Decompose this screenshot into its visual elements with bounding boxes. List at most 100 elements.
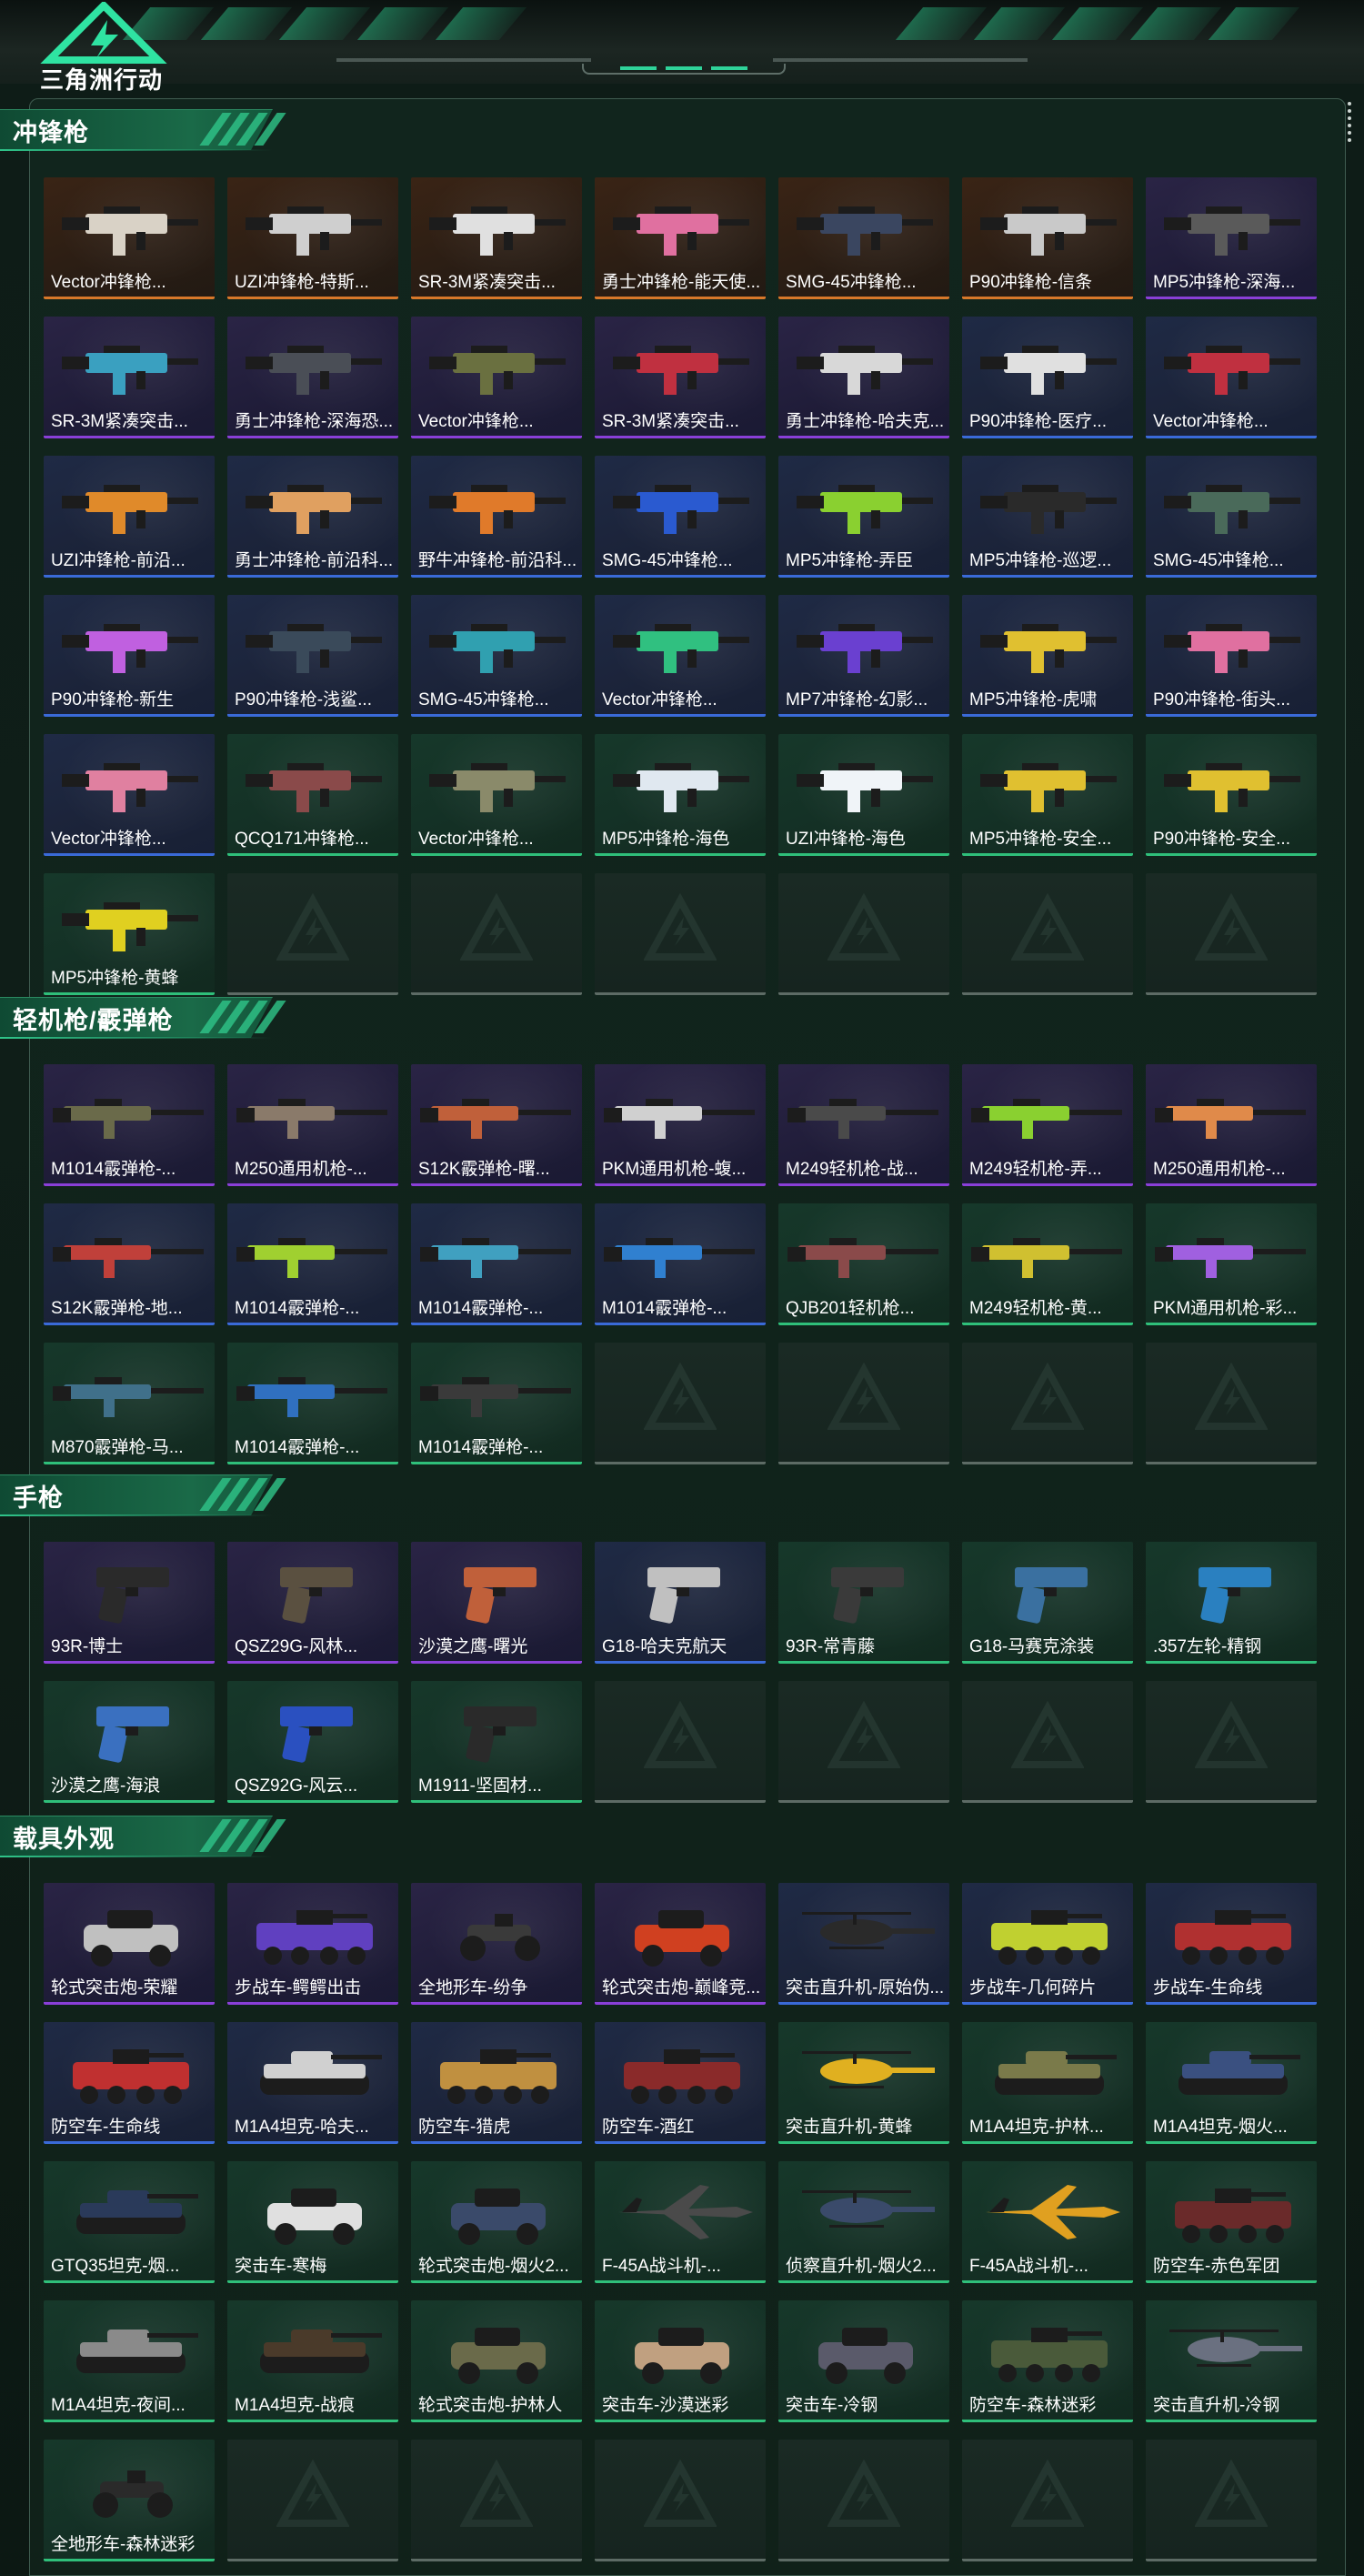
item-card[interactable]: QJB201轻机枪... bbox=[778, 1203, 949, 1325]
item-card[interactable]: UZI冲锋枪-特斯... bbox=[227, 177, 398, 299]
item-card[interactable]: G18-马赛克涂装 bbox=[962, 1542, 1133, 1664]
item-card[interactable]: F-45A战斗机-... bbox=[962, 2161, 1133, 2283]
item-card[interactable]: M1A4坦克-烟火... bbox=[1146, 2022, 1317, 2144]
item-card[interactable]: M1014霰弹枪-... bbox=[411, 1203, 582, 1325]
item-card[interactable]: P90冲锋枪-新生 bbox=[44, 595, 215, 717]
item-card[interactable]: 轮式突击炮-烟火2... bbox=[411, 2161, 582, 2283]
item-card[interactable]: 突击直升机-冷钢 bbox=[1146, 2300, 1317, 2422]
item-card[interactable]: 突击车-寒梅 bbox=[227, 2161, 398, 2283]
item-card[interactable]: P90冲锋枪-医疗... bbox=[962, 317, 1133, 438]
item-card[interactable]: MP5冲锋枪-海色 bbox=[595, 734, 766, 856]
header: 三角洲行动 bbox=[0, 0, 1364, 100]
item-card[interactable]: 93R-常青藤 bbox=[778, 1542, 949, 1664]
item-card[interactable]: 步战车-几何碎片 bbox=[962, 1883, 1133, 2005]
item-card[interactable]: M1014霰弹枪-... bbox=[44, 1064, 215, 1186]
item-card[interactable]: 突击直升机-黄蜂 bbox=[778, 2022, 949, 2144]
item-card[interactable]: MP5冲锋枪-深海... bbox=[1146, 177, 1317, 299]
item-card[interactable]: M1014霰弹枪-... bbox=[227, 1343, 398, 1464]
item-card[interactable]: MP5冲锋枪-巡逻... bbox=[962, 456, 1133, 578]
item-card[interactable]: 全地形车-森林迷彩 bbox=[44, 2440, 215, 2561]
item-card[interactable]: P90冲锋枪-信条 bbox=[962, 177, 1133, 299]
smg-skin-image bbox=[429, 485, 566, 534]
item-card[interactable]: SMG-45冲锋枪... bbox=[1146, 456, 1317, 578]
item-card[interactable]: SR-3M紧凑突击... bbox=[44, 317, 215, 438]
item-card[interactable]: MP7冲锋枪-幻影... bbox=[778, 595, 949, 717]
item-card[interactable]: QSZ92G-风云... bbox=[227, 1681, 398, 1803]
item-card[interactable]: MP5冲锋枪-弄臣 bbox=[778, 456, 949, 578]
item-card[interactable]: M249轻机枪-战... bbox=[778, 1064, 949, 1186]
item-card[interactable]: M1014霰弹枪-... bbox=[227, 1203, 398, 1325]
item-card[interactable]: G18-哈夫克航天 bbox=[595, 1542, 766, 1664]
item-card[interactable]: P90冲锋枪-浅鲨... bbox=[227, 595, 398, 717]
item-card[interactable]: 突击车-冷钢 bbox=[778, 2300, 949, 2422]
item-card[interactable]: 轮式突击炮-巅峰竞... bbox=[595, 1883, 766, 2005]
item-card[interactable]: 勇士冲锋枪-深海恐... bbox=[227, 317, 398, 438]
item-card[interactable]: M249轻机枪-弄... bbox=[962, 1064, 1133, 1186]
item-card[interactable]: Vector冲锋枪... bbox=[595, 595, 766, 717]
item-card[interactable]: Vector冲锋枪... bbox=[1146, 317, 1317, 438]
item-card[interactable]: 防空车-酒红 bbox=[595, 2022, 766, 2144]
item-card[interactable]: MP5冲锋枪-安全... bbox=[962, 734, 1133, 856]
item-card[interactable]: SMG-45冲锋枪... bbox=[595, 456, 766, 578]
item-card[interactable]: M250通用机枪-... bbox=[227, 1064, 398, 1186]
item-card[interactable]: 沙漠之鹰-曙光 bbox=[411, 1542, 582, 1664]
item-card[interactable]: P90冲锋枪-安全... bbox=[1146, 734, 1317, 856]
item-card[interactable]: M1014霰弹枪-... bbox=[411, 1343, 582, 1464]
item-card[interactable]: 防空车-猎虎 bbox=[411, 2022, 582, 2144]
item-card[interactable]: 防空车-森林迷彩 bbox=[962, 2300, 1133, 2422]
smg-skin-image bbox=[246, 206, 382, 256]
item-card[interactable]: Vector冲锋枪... bbox=[44, 734, 215, 856]
item-card[interactable]: M1A4坦克-护林... bbox=[962, 2022, 1133, 2144]
item-card[interactable]: UZI冲锋枪-前沿... bbox=[44, 456, 215, 578]
item-card[interactable]: Vector冲锋枪... bbox=[44, 177, 215, 299]
item-card[interactable]: 突击车-沙漠迷彩 bbox=[595, 2300, 766, 2422]
item-card[interactable]: PKM通用机枪-蝮... bbox=[595, 1064, 766, 1186]
item-card[interactable]: F-45A战斗机-... bbox=[595, 2161, 766, 2283]
item-card[interactable]: 轮式突击炮-荣耀 bbox=[44, 1883, 215, 2005]
item-card[interactable]: 勇士冲锋枪-能天使... bbox=[595, 177, 766, 299]
item-card[interactable]: Vector冲锋枪... bbox=[411, 317, 582, 438]
item-card[interactable]: M1911-坚固材... bbox=[411, 1681, 582, 1803]
item-card[interactable]: SR-3M紧凑突击... bbox=[411, 177, 582, 299]
item-card[interactable]: 沙漠之鹰-海浪 bbox=[44, 1681, 215, 1803]
item-card[interactable]: 突击直升机-原始伪... bbox=[778, 1883, 949, 2005]
item-card[interactable]: M1A4坦克-哈夫... bbox=[227, 2022, 398, 2144]
item-card[interactable]: P90冲锋枪-街头... bbox=[1146, 595, 1317, 717]
item-card[interactable]: QSZ29G-风林... bbox=[227, 1542, 398, 1664]
item-card[interactable]: M1014霰弹枪-... bbox=[595, 1203, 766, 1325]
item-card[interactable]: 步战车-鳄鳄出击 bbox=[227, 1883, 398, 2005]
item-card[interactable]: S12K霰弹枪-地... bbox=[44, 1203, 215, 1325]
item-card[interactable]: GTQ35坦克-烟... bbox=[44, 2161, 215, 2283]
item-card[interactable]: MP5冲锋枪-黄蜂 bbox=[44, 873, 215, 995]
pistol-skin-image bbox=[464, 1706, 537, 1763]
item-card[interactable]: 93R-博士 bbox=[44, 1542, 215, 1664]
item-card[interactable]: 勇士冲锋枪-哈夫克... bbox=[778, 317, 949, 438]
item-card[interactable]: 野牛冲锋枪-前沿科... bbox=[411, 456, 582, 578]
item-card[interactable]: QCQ171冲锋枪... bbox=[227, 734, 398, 856]
item-card[interactable]: SMG-45冲锋枪... bbox=[411, 595, 582, 717]
heli-skin-image bbox=[1169, 2329, 1302, 2367]
item-card[interactable]: PKM通用机枪-彩... bbox=[1146, 1203, 1317, 1325]
item-card[interactable]: S12K霰弹枪-曙... bbox=[411, 1064, 582, 1186]
item-card[interactable]: .357左轮-精钢 bbox=[1146, 1542, 1317, 1664]
item-card[interactable]: M250通用机枪-... bbox=[1146, 1064, 1317, 1186]
scrollbar[interactable] bbox=[1346, 98, 1353, 162]
item-card[interactable]: 防空车-赤色军团 bbox=[1146, 2161, 1317, 2283]
item-card[interactable]: 侦察直升机-烟火2... bbox=[778, 2161, 949, 2283]
item-label: 步战车-鳄鳄出击 bbox=[235, 1978, 362, 1997]
item-card[interactable]: 轮式突击炮-护林人 bbox=[411, 2300, 582, 2422]
item-card[interactable]: M870霰弹枪-马... bbox=[44, 1343, 215, 1464]
delta-watermark-icon bbox=[827, 2460, 900, 2527]
item-card[interactable]: SMG-45冲锋枪... bbox=[778, 177, 949, 299]
item-card[interactable]: M1A4坦克-战痕 bbox=[227, 2300, 398, 2422]
item-card[interactable]: 勇士冲锋枪-前沿科... bbox=[227, 456, 398, 578]
item-card[interactable]: 全地形车-纷争 bbox=[411, 1883, 582, 2005]
item-card[interactable]: Vector冲锋枪... bbox=[411, 734, 582, 856]
item-card[interactable]: UZI冲锋枪-海色 bbox=[778, 734, 949, 856]
item-card[interactable]: SR-3M紧凑突击... bbox=[595, 317, 766, 438]
item-card[interactable]: 防空车-生命线 bbox=[44, 2022, 215, 2144]
item-card[interactable]: 步战车-生命线 bbox=[1146, 1883, 1317, 2005]
item-card[interactable]: M1A4坦克-夜间... bbox=[44, 2300, 215, 2422]
item-card[interactable]: M249轻机枪-黄... bbox=[962, 1203, 1133, 1325]
item-card[interactable]: MP5冲锋枪-虎啸 bbox=[962, 595, 1133, 717]
